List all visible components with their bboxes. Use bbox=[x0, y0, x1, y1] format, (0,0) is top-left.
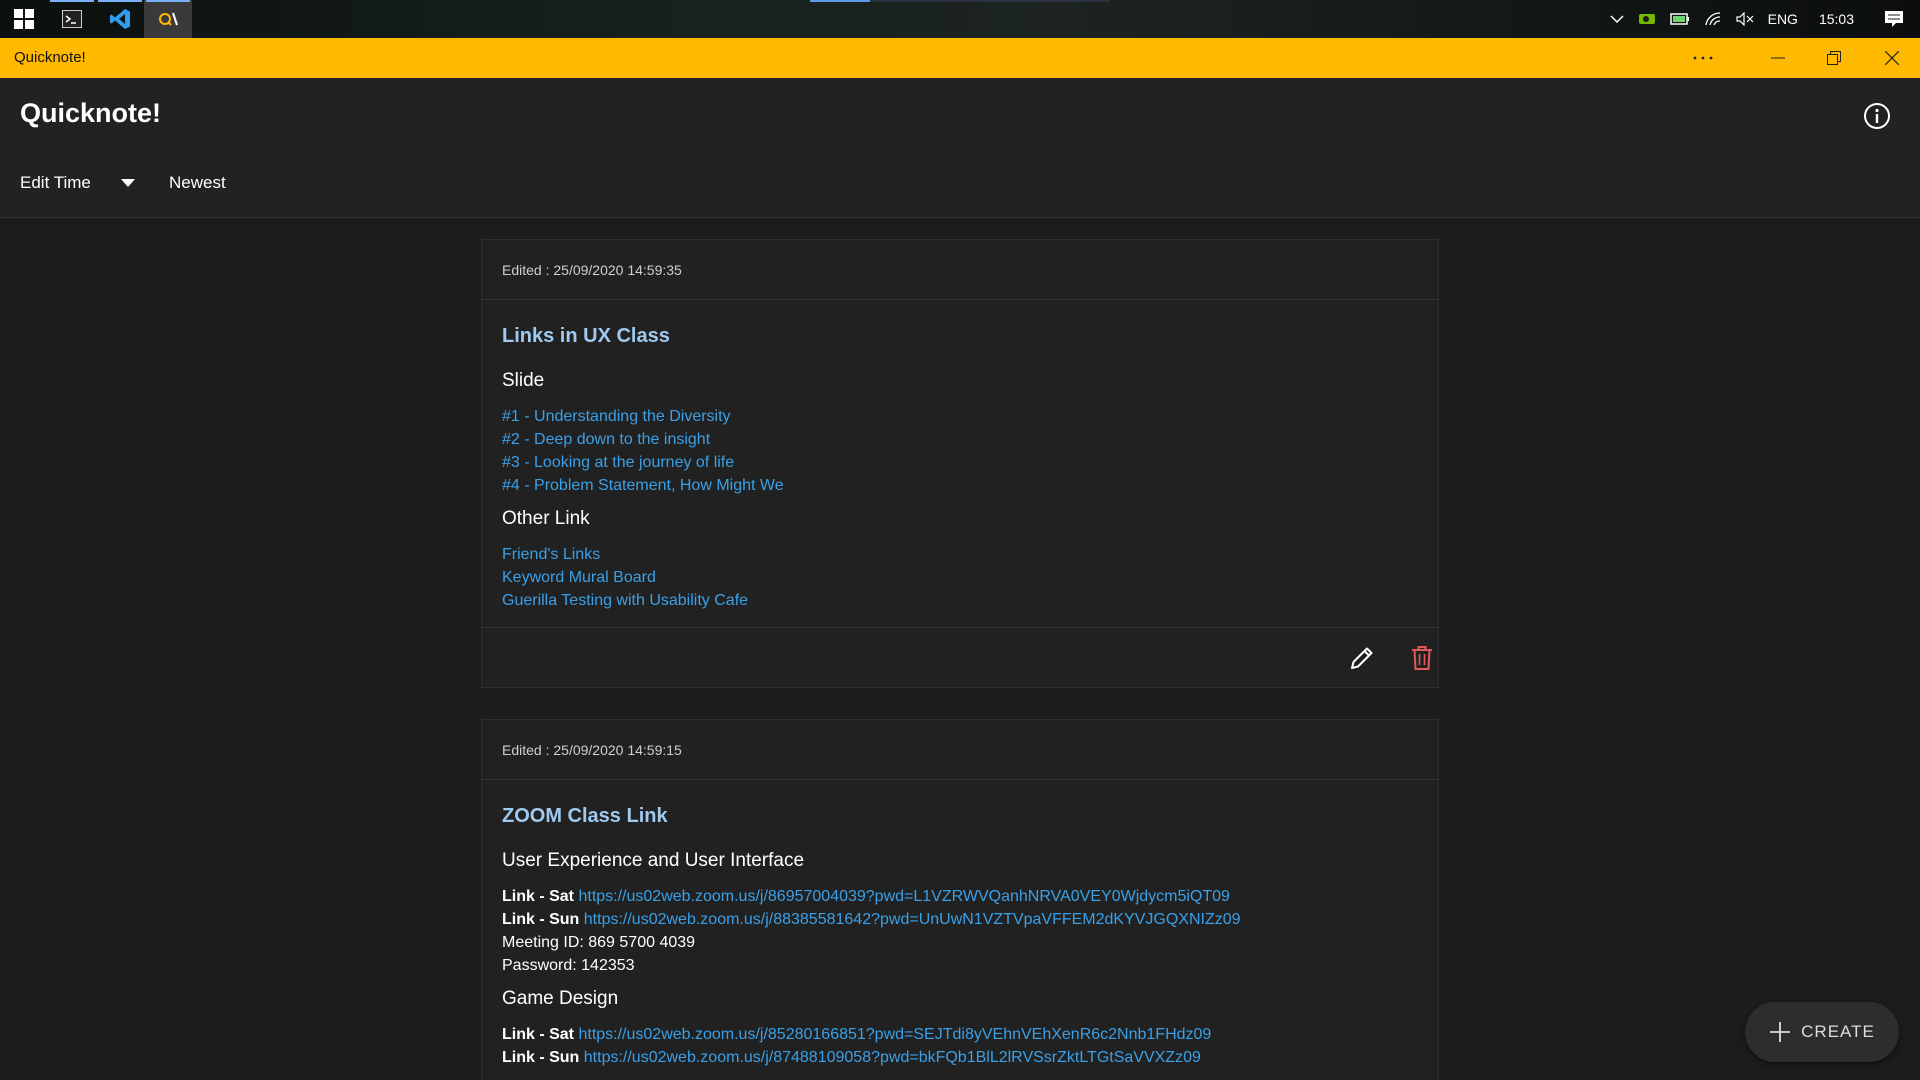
note-link[interactable]: Keyword Mural Board bbox=[502, 566, 1418, 589]
caret-down-icon bbox=[120, 179, 135, 187]
action-center-button[interactable] bbox=[1868, 0, 1920, 38]
speaker-muted-icon bbox=[1736, 12, 1754, 26]
more-options-button[interactable] bbox=[1675, 38, 1731, 78]
note-section-heading: User Experience and User Interface bbox=[502, 850, 805, 871]
edit-note-button[interactable] bbox=[1347, 643, 1377, 673]
delete-note-button[interactable] bbox=[1407, 643, 1437, 673]
taskbar-indicator bbox=[810, 0, 1110, 2]
window-title-bar: Quicknote! bbox=[0, 38, 1920, 78]
more-horizontal-icon bbox=[1693, 56, 1713, 60]
zoom-url-link[interactable]: https://us02web.zoom.us/j/88385581642?pw… bbox=[584, 911, 1241, 928]
sort-field-dropdown[interactable]: Edit Time bbox=[20, 173, 135, 193]
battery-icon bbox=[1669, 13, 1689, 25]
nvidia-icon bbox=[1638, 14, 1655, 24]
zoom-link-line: Link - Sat https://us02web.zoom.us/j/869… bbox=[502, 885, 1418, 908]
info-button[interactable] bbox=[1862, 101, 1892, 131]
meeting-id-text: Meeting ID: 869 5700 4039 bbox=[502, 934, 696, 951]
page-title: Quicknote! bbox=[20, 98, 162, 128]
restore-icon bbox=[1827, 51, 1841, 65]
notification-icon bbox=[1885, 11, 1903, 27]
note-link[interactable]: #4 - Problem Statement, How Might We bbox=[502, 474, 1418, 497]
terminal-icon bbox=[62, 10, 82, 28]
note-section-heading: Game Design bbox=[502, 988, 619, 1009]
note-link[interactable]: #2 - Deep down to the insight bbox=[502, 428, 1418, 451]
sort-order-toggle[interactable]: Newest bbox=[169, 173, 226, 193]
wifi-icon bbox=[1704, 12, 1720, 26]
zoom-url-link[interactable]: https://us02web.zoom.us/j/86957004039?pw… bbox=[578, 888, 1229, 905]
zoom-url-link[interactable]: https://us02web.zoom.us/j/87488109058?pw… bbox=[584, 1049, 1201, 1066]
pencil-icon bbox=[1351, 647, 1373, 669]
link-label: Link - Sat bbox=[502, 1026, 575, 1043]
battery-tray-button[interactable] bbox=[1663, 0, 1697, 38]
show-hidden-icons-button[interactable] bbox=[1603, 0, 1631, 38]
link-label: Link - Sun bbox=[502, 1049, 580, 1066]
note-card: Edited : 25/09/2020 14:59:35 Links in UX… bbox=[481, 239, 1439, 688]
window-title: Quicknote! bbox=[14, 49, 86, 66]
note-section-heading: Slide bbox=[502, 370, 545, 391]
quicknote-taskbar-button[interactable] bbox=[144, 0, 192, 38]
note-card: Edited : 25/09/2020 14:59:15 ZOOM Class … bbox=[481, 719, 1439, 1080]
trash-icon bbox=[1412, 646, 1432, 670]
note-section-heading: Other Link bbox=[502, 508, 590, 529]
plus-icon bbox=[1770, 1022, 1791, 1042]
sort-field-label: Edit Time bbox=[20, 173, 91, 192]
info-icon bbox=[1864, 103, 1890, 129]
clock[interactable]: 15:03 bbox=[1805, 0, 1868, 38]
nvidia-tray-button[interactable] bbox=[1631, 0, 1663, 38]
link-label: Link - Sun bbox=[502, 911, 580, 928]
note-title: Links in UX Class bbox=[502, 325, 670, 347]
notes-list[interactable]: Edited : 25/09/2020 14:59:35 Links in UX… bbox=[0, 219, 1920, 1080]
link-label: Link - Sat bbox=[502, 888, 575, 905]
volume-tray-button[interactable] bbox=[1729, 0, 1761, 38]
close-button[interactable] bbox=[1864, 38, 1920, 78]
note-edited-time: Edited : 25/09/2020 14:59:15 bbox=[482, 720, 1438, 780]
vscode-taskbar-button[interactable] bbox=[96, 0, 144, 38]
app-header: Quicknote! Edit Time Newest bbox=[0, 78, 1920, 218]
password-text: Password: 142353 bbox=[502, 957, 635, 974]
language-indicator[interactable]: ENG bbox=[1761, 0, 1805, 38]
windows-taskbar: ENG 15:03 bbox=[0, 0, 1920, 38]
minimize-button[interactable] bbox=[1750, 38, 1806, 78]
note-link[interactable]: Guerilla Testing with Usability Cafe bbox=[502, 589, 1418, 612]
note-link[interactable]: #3 - Looking at the journey of life bbox=[502, 451, 1418, 474]
note-edited-time: Edited : 25/09/2020 14:59:35 bbox=[482, 240, 1438, 300]
zoom-link-line: Link - Sun https://us02web.zoom.us/j/883… bbox=[502, 908, 1418, 931]
minimize-icon bbox=[1771, 57, 1785, 59]
quicknote-app-icon bbox=[159, 12, 178, 26]
windows-logo-icon bbox=[14, 9, 34, 29]
restore-button[interactable] bbox=[1806, 38, 1862, 78]
close-icon bbox=[1885, 51, 1899, 65]
note-title: ZOOM Class Link bbox=[502, 805, 668, 827]
wifi-tray-button[interactable] bbox=[1697, 0, 1729, 38]
zoom-url-link[interactable]: https://us02web.zoom.us/j/85280166851?pw… bbox=[578, 1026, 1211, 1043]
create-button-label: CREATE bbox=[1801, 1022, 1875, 1041]
note-link[interactable]: #1 - Understanding the Diversity bbox=[502, 405, 1418, 428]
terminal-taskbar-button[interactable] bbox=[48, 0, 96, 38]
note-actions bbox=[482, 627, 1438, 687]
vscode-icon bbox=[110, 9, 130, 29]
zoom-link-line: Link - Sat https://us02web.zoom.us/j/852… bbox=[502, 1023, 1418, 1046]
chevron-up-icon bbox=[1610, 15, 1624, 24]
create-note-button[interactable]: CREATE bbox=[1745, 1002, 1899, 1062]
note-link[interactable]: Friend's Links bbox=[502, 543, 1418, 566]
start-button[interactable] bbox=[0, 0, 48, 38]
zoom-link-line: Link - Sun https://us02web.zoom.us/j/874… bbox=[502, 1046, 1418, 1069]
